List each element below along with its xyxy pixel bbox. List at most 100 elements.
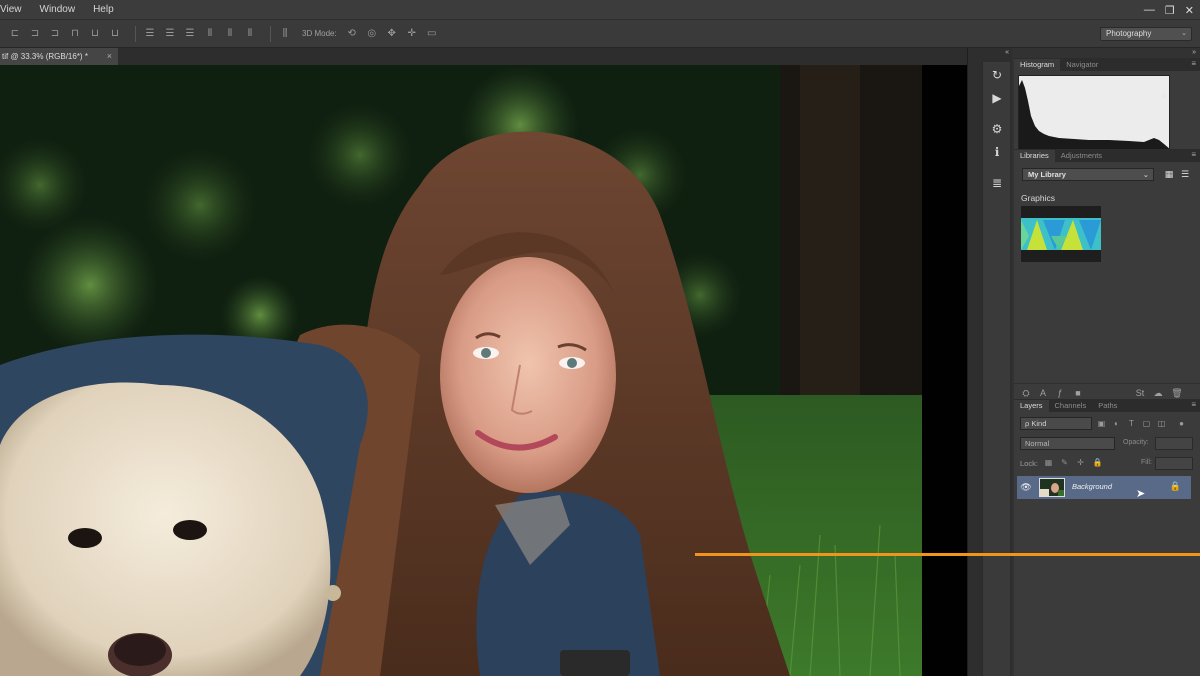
distribute-vcenter-icon[interactable]: ☰	[163, 28, 177, 40]
layer-lock-icon: 🔒	[1169, 481, 1181, 491]
tab-paths[interactable]: Paths	[1092, 400, 1123, 412]
trash-icon[interactable]: 🗑	[1171, 387, 1183, 399]
add-layer-style-icon[interactable]: ƒ	[1054, 387, 1066, 399]
divider	[135, 25, 136, 42]
smart-object-filter-icon[interactable]: ◫	[1156, 418, 1167, 429]
blend-mode-select[interactable]: Normal	[1020, 437, 1115, 450]
divider	[270, 25, 271, 42]
lock-image-icon[interactable]: ✎	[1059, 457, 1070, 468]
fill-field[interactable]	[1155, 457, 1193, 470]
list-view-icon[interactable]: ☰	[1180, 169, 1190, 179]
align-left-icon[interactable]: ⊏	[8, 28, 22, 40]
eye-icon[interactable]: 👁	[1020, 481, 1032, 493]
stock-icon[interactable]: St	[1134, 387, 1146, 399]
sync-icon[interactable]: ☁	[1152, 387, 1164, 399]
grid-view-icon[interactable]: ▦	[1164, 169, 1174, 179]
canvas-area[interactable]	[0, 65, 967, 676]
lock-all-icon[interactable]: 🔒	[1092, 457, 1103, 468]
panel-menu-icon[interactable]: ≡	[1191, 400, 1196, 409]
align-right-icon[interactable]: ⊐	[48, 28, 62, 40]
adjustment-filter-icon[interactable]: ◐	[1111, 418, 1122, 429]
pixel-filter-icon[interactable]: ▣	[1096, 418, 1107, 429]
shape-filter-icon[interactable]: ▢	[1141, 418, 1152, 429]
close-tab-icon[interactable]: ×	[107, 48, 112, 65]
document-tab[interactable]: tif @ 33.3% (RGB/16*) * ×	[0, 48, 118, 65]
align-bottom-icon[interactable]: ⊔	[108, 28, 122, 40]
add-graphic-icon[interactable]: ⛭	[1020, 387, 1032, 399]
layer-thumbnail	[1039, 478, 1065, 497]
menu-window[interactable]: Window	[31, 4, 85, 15]
tab-channels[interactable]: Channels	[1049, 400, 1093, 412]
lock-label: Lock:	[1020, 459, 1038, 468]
3d-drag-icon[interactable]: ✥	[385, 28, 399, 40]
lock-position-icon[interactable]: ✛	[1075, 457, 1086, 468]
workspace-select[interactable]: Photography ⌄	[1100, 27, 1192, 41]
document-tab-title: tif @ 33.3% (RGB/16*) *	[2, 52, 88, 61]
history-icon[interactable]: ↻	[989, 67, 1005, 83]
distribute-left-icon[interactable]: ⫴	[203, 28, 217, 40]
right-panel-dock: » Histogram Navigator ≡ ▲ Libraries Adju…	[1012, 48, 1200, 676]
histogram-panel-tabs: Histogram Navigator ≡	[1014, 58, 1200, 71]
collapsed-panel-strip: « ↻ ▶ ⚙ ℹ ≣	[967, 48, 1012, 676]
layer-row[interactable]: 👁 Background ➤ 🔒	[1017, 476, 1191, 500]
3d-rotate-icon[interactable]: ⟲	[345, 28, 359, 40]
mouse-cursor-icon: ➤	[1136, 488, 1146, 500]
3d-slide-icon[interactable]: ✛	[405, 28, 419, 40]
photo-image	[0, 65, 922, 676]
menu-bar: View Window Help — ❐ ✕	[0, 0, 1200, 20]
opacity-label: Opacity:	[1123, 439, 1149, 446]
tab-navigator[interactable]: Navigator	[1060, 59, 1104, 71]
type-filter-icon[interactable]: T	[1126, 418, 1137, 429]
actions-play-icon[interactable]: ▶	[989, 90, 1005, 106]
window-controls: — ❐ ✕	[1144, 0, 1194, 20]
panel-icon-column: ↻ ▶ ⚙ ℹ ≣	[982, 62, 1010, 676]
library-graphic-thumbnail[interactable]	[1021, 206, 1101, 262]
distribute-top-icon[interactable]: ☰	[143, 28, 157, 40]
align-top-icon[interactable]: ⊓	[68, 28, 82, 40]
library-name: My Library	[1028, 170, 1066, 179]
add-character-style-icon[interactable]: A	[1037, 387, 1049, 399]
3d-roll-icon[interactable]: ◎	[365, 28, 379, 40]
distribute-hcenter-icon[interactable]: ⫴	[223, 28, 237, 40]
minimize-button[interactable]: —	[1144, 4, 1155, 16]
filter-toggle-icon[interactable]: ●	[1176, 418, 1187, 429]
info-icon[interactable]: ℹ	[989, 144, 1005, 160]
histogram-panel: Histogram Navigator ≡ ▲	[1014, 58, 1200, 155]
distribute-right-icon[interactable]: ⫴	[243, 28, 257, 40]
layer-filter-kind-select[interactable]: ρ Kind	[1020, 417, 1092, 430]
document-photo[interactable]	[0, 65, 922, 676]
library-select[interactable]: My Library ⌄	[1022, 168, 1154, 181]
menu-view[interactable]: View	[0, 4, 31, 15]
restore-button[interactable]: ❐	[1165, 4, 1175, 17]
layers-panel-tabs: Layers Channels Paths ≡	[1014, 399, 1200, 412]
paragraph-styles-icon[interactable]: ≣	[989, 175, 1005, 191]
3d-scale-icon[interactable]: ▭	[425, 28, 439, 40]
distribute-bottom-icon[interactable]: ☰	[183, 28, 197, 40]
libraries-panel: Libraries Adjustments ≡ My Library ⌄ ▦ ☰…	[1014, 149, 1200, 401]
tab-adjustments[interactable]: Adjustments	[1055, 150, 1108, 162]
layers-panel: Layers Channels Paths ≡ ρ Kind ▣ ◐ T ▢ ◫…	[1014, 399, 1200, 676]
align-hcenter-icon[interactable]: ⊐	[28, 28, 42, 40]
lock-transparent-icon[interactable]: ▦	[1043, 457, 1054, 468]
collapse-arrows-icon[interactable]: «	[1005, 49, 1009, 56]
panel-menu-icon[interactable]: ≡	[1191, 59, 1196, 68]
pasteboard	[922, 65, 967, 676]
blend-mode-label: Normal	[1025, 439, 1050, 448]
tab-histogram[interactable]: Histogram	[1014, 59, 1061, 71]
collapse-arrows-icon[interactable]: »	[1192, 49, 1196, 56]
opacity-field[interactable]	[1155, 437, 1193, 450]
auto-align-icon[interactable]: ⫼	[278, 28, 292, 40]
orange-overlay-line	[695, 553, 1200, 556]
tab-libraries[interactable]: Libraries	[1014, 150, 1055, 162]
tab-layers[interactable]: Layers	[1014, 400, 1049, 412]
close-button[interactable]: ✕	[1185, 4, 1194, 17]
align-vcenter-icon[interactable]: ⊔	[88, 28, 102, 40]
panel-menu-icon[interactable]: ≡	[1191, 150, 1196, 159]
workspace-label: Photography	[1106, 29, 1152, 38]
graphics-section-label: Graphics	[1021, 193, 1056, 203]
properties-icon[interactable]: ⚙	[989, 121, 1005, 137]
layer-name[interactable]: Background	[1072, 482, 1112, 491]
warning-icon[interactable]: ▲	[1159, 90, 1169, 101]
add-color-icon[interactable]: ■	[1072, 387, 1084, 399]
menu-help[interactable]: Help	[84, 4, 123, 15]
